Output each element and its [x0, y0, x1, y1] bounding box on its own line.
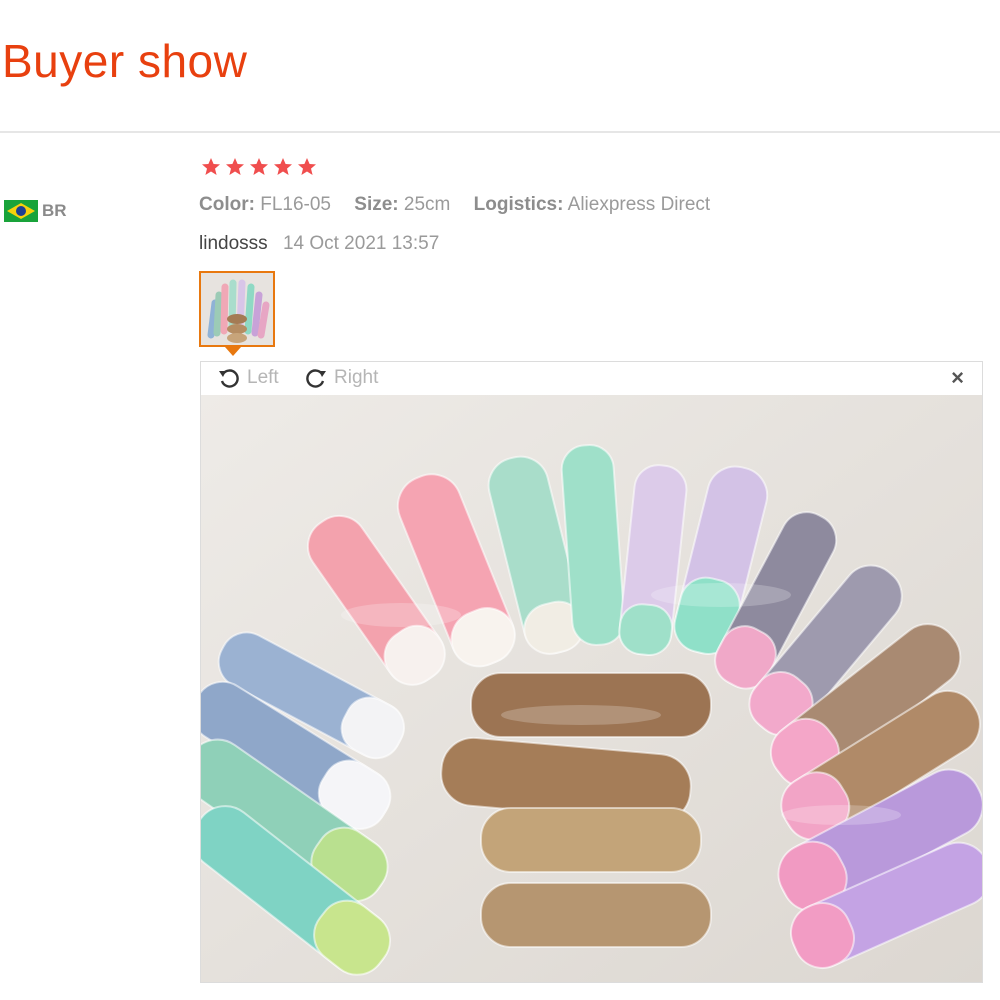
page-title: Buyer show	[2, 35, 248, 87]
photo-viewer: Left Right ×	[200, 361, 983, 983]
brazil-flag-icon	[4, 200, 38, 222]
review-photo-thumbnail[interactable]	[199, 271, 275, 347]
divider	[0, 131, 1000, 133]
size-value: 25cm	[403, 194, 451, 215]
star-icon	[250, 158, 268, 175]
star-icon	[274, 158, 292, 175]
viewer-toolbar: Left Right ×	[201, 362, 982, 395]
review-byline: lindosss 14 Oct 2021 13:57	[199, 233, 439, 255]
country-code: BR	[42, 201, 67, 220]
star-icon	[202, 158, 220, 175]
review-date: 14 Oct 2021 13:57	[282, 233, 440, 254]
thumbnail-pointer	[225, 347, 241, 356]
reviewer-name: lindosss	[199, 233, 268, 254]
rotate-left-label: Left	[247, 367, 279, 388]
logistics-value: Aliexpress Direct	[567, 194, 711, 215]
star-icon	[226, 158, 244, 175]
rotate-left-icon	[219, 369, 239, 388]
thumbnail-image	[201, 273, 273, 345]
order-details: Color: FL16-05 Size: 25cm Logistics: Ali…	[199, 194, 728, 216]
color-label: Color:	[199, 194, 255, 215]
color-value: FL16-05	[260, 194, 331, 215]
rotate-right-label: Right	[334, 367, 379, 388]
review-photo	[201, 395, 982, 982]
star-rating	[201, 157, 317, 177]
reviewer-country: BR	[4, 200, 67, 222]
logistics-label: Logistics:	[473, 194, 564, 215]
close-icon: ×	[951, 365, 964, 390]
rotate-right-button[interactable]: Right	[304, 366, 378, 390]
wig-bundles-image	[201, 395, 982, 982]
size-label: Size:	[354, 194, 399, 215]
rotate-right-icon	[306, 369, 326, 388]
rotate-left-button[interactable]: Left	[217, 366, 279, 390]
close-button[interactable]: ×	[951, 365, 964, 391]
star-icon	[298, 158, 316, 175]
